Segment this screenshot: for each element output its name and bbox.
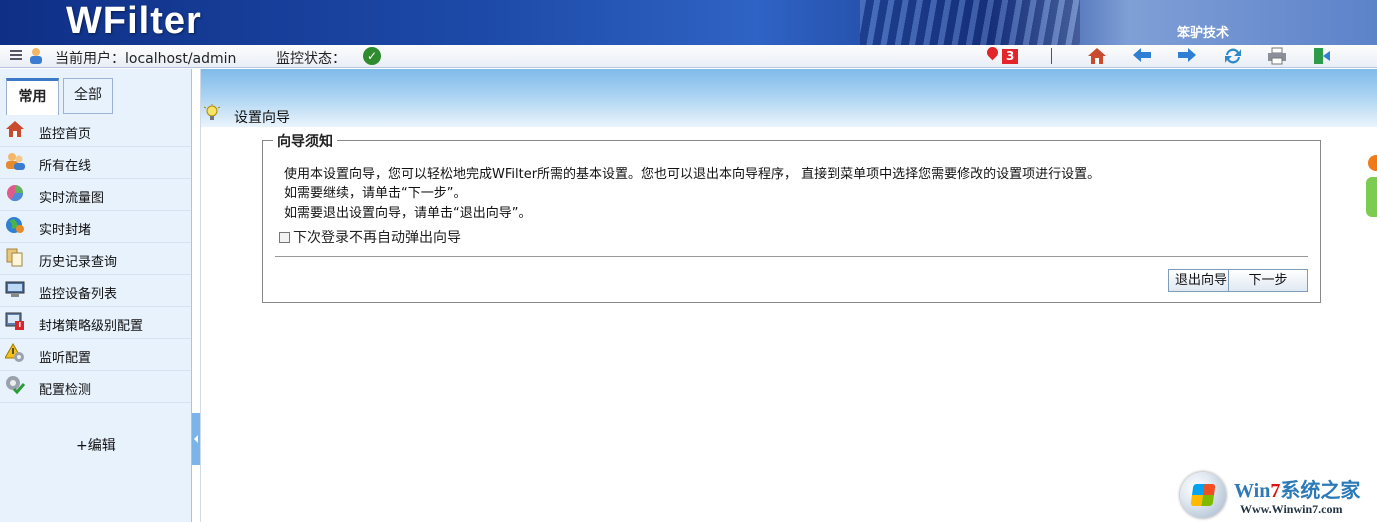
sidebar-item-label: 监听配置 (39, 351, 92, 366)
checkbox-label: 下次登录不再自动弹出向导 (293, 230, 461, 246)
sidebar-item-label: 封堵策略级别配置 (39, 319, 144, 334)
watermark: Win7系统之家 Www.Winwin7.com (1180, 470, 1377, 522)
sidebar-item-all-online[interactable]: 所有在线 (0, 147, 191, 179)
gear-warning-icon (5, 343, 24, 362)
brand-label: 笨驴技术 (1176, 26, 1229, 41)
helper-figure (1366, 177, 1377, 217)
exit-wizard-button[interactable]: 退出向导 (1168, 269, 1234, 292)
sidebar-item-label: 所有在线 (39, 159, 92, 174)
header-banner: WFilter 笨驴技术 (0, 0, 1377, 45)
back-arrow-icon[interactable] (1131, 47, 1153, 65)
sidebar-item-realtime-block[interactable]: 实时封堵 (0, 211, 191, 243)
toolbar-separator (1051, 48, 1052, 64)
monitor-icon (5, 281, 25, 297)
users-icon (6, 153, 25, 170)
sidebar-item-config-check[interactable]: 配置检测 (0, 371, 191, 403)
main-header: 设置向导 (201, 69, 1377, 127)
notice-line: 使用本设置向导，您可以轻松地完成WFilter所需的基本设置。您也可以退出本向导… (284, 167, 1101, 182)
watermark-url: Www.Winwin7.com (1240, 502, 1343, 516)
next-step-button[interactable]: 下一步 (1228, 269, 1308, 292)
banner-graphic (860, 0, 1080, 45)
sidebar-divider (200, 69, 201, 522)
notification-badge (1368, 155, 1377, 171)
notice-line: 如需要继续，请单击“下一步”。 (284, 186, 467, 201)
no-auto-popup-checkbox[interactable]: 下次登录不再自动弹出向导 (279, 227, 461, 247)
sidebar-item-label: 历史记录查询 (39, 255, 118, 270)
sidebar-item-traffic-chart[interactable]: 实时流量图 (0, 179, 191, 211)
sidebar-item-label: 监控设备列表 (39, 287, 118, 302)
edit-menu-link[interactable]: +编辑 (76, 435, 116, 455)
tab-all[interactable]: 全部 (63, 78, 113, 114)
check-circle-icon: ✓ (363, 47, 381, 65)
checkbox-box[interactable] (279, 232, 290, 243)
sidebar-nav: 监控首页 所有在线 实时流量图 实时封堵 历史记录查询 监控设备列表 封堵策略级… (0, 115, 191, 403)
sidebar-item-block-policy[interactable]: 封堵策略级别配置 (0, 307, 191, 339)
refresh-icon[interactable] (1222, 47, 1244, 65)
tab-common[interactable]: 常用 (6, 78, 59, 115)
pie-chart-icon (7, 185, 24, 202)
home-icon[interactable] (1086, 47, 1108, 65)
wizard-notice-panel: 向导须知 使用本设置向导，您可以轻松地完成WFilter所需的基本设置。您也可以… (262, 131, 1321, 303)
monitor-status-label: 监控状态： (276, 51, 346, 67)
sidebar: 常用 全部 监控首页 所有在线 实时流量图 实时封堵 历史记录查询 监控设备列表 (0, 69, 192, 522)
sidebar-item-label: 监控首页 (39, 127, 92, 142)
windows-logo-icon (1180, 472, 1226, 518)
alert-pin-icon (984, 44, 1001, 61)
alert-count: 3 (1002, 49, 1019, 64)
policy-warning-icon (5, 312, 24, 330)
panel-legend: 向导须知 (273, 131, 337, 151)
logout-icon[interactable] (1311, 47, 1333, 65)
panel-divider (275, 256, 1308, 257)
floating-helper-widget[interactable] (1364, 155, 1377, 217)
forward-arrow-icon[interactable] (1176, 47, 1198, 65)
documents-icon (6, 248, 23, 267)
sidebar-item-label: 配置检测 (39, 383, 92, 398)
print-icon[interactable] (1266, 47, 1288, 65)
sidebar-item-label: 实时流量图 (39, 191, 105, 206)
lightbulb-icon (203, 104, 221, 120)
watermark-brand: Win7系统之家 (1234, 480, 1361, 502)
sidebar-item-listen-config[interactable]: 监听配置 (0, 339, 191, 371)
home-icon (6, 121, 24, 137)
globe-block-icon (6, 217, 24, 233)
page-title: 设置向导 (234, 110, 290, 126)
notice-line: 如需要退出设置向导，请单击“退出向导”。 (284, 206, 532, 221)
gear-check-icon (6, 376, 25, 395)
alert-indicator[interactable]: 3 (984, 44, 1023, 65)
app-logo: WFilter (66, 0, 202, 42)
sidebar-item-monitor-home[interactable]: 监控首页 (0, 115, 191, 147)
user-icon (30, 48, 42, 64)
current-user-label: 当前用户：localhost/admin (55, 51, 237, 67)
menu-icon[interactable] (10, 50, 22, 62)
sidebar-item-label: 实时封堵 (39, 223, 92, 238)
status-bar: 当前用户：localhost/admin 监控状态： ✓ 3 (0, 44, 1377, 68)
sidebar-item-history-query[interactable]: 历史记录查询 (0, 243, 191, 275)
sidebar-item-device-list[interactable]: 监控设备列表 (0, 275, 191, 307)
